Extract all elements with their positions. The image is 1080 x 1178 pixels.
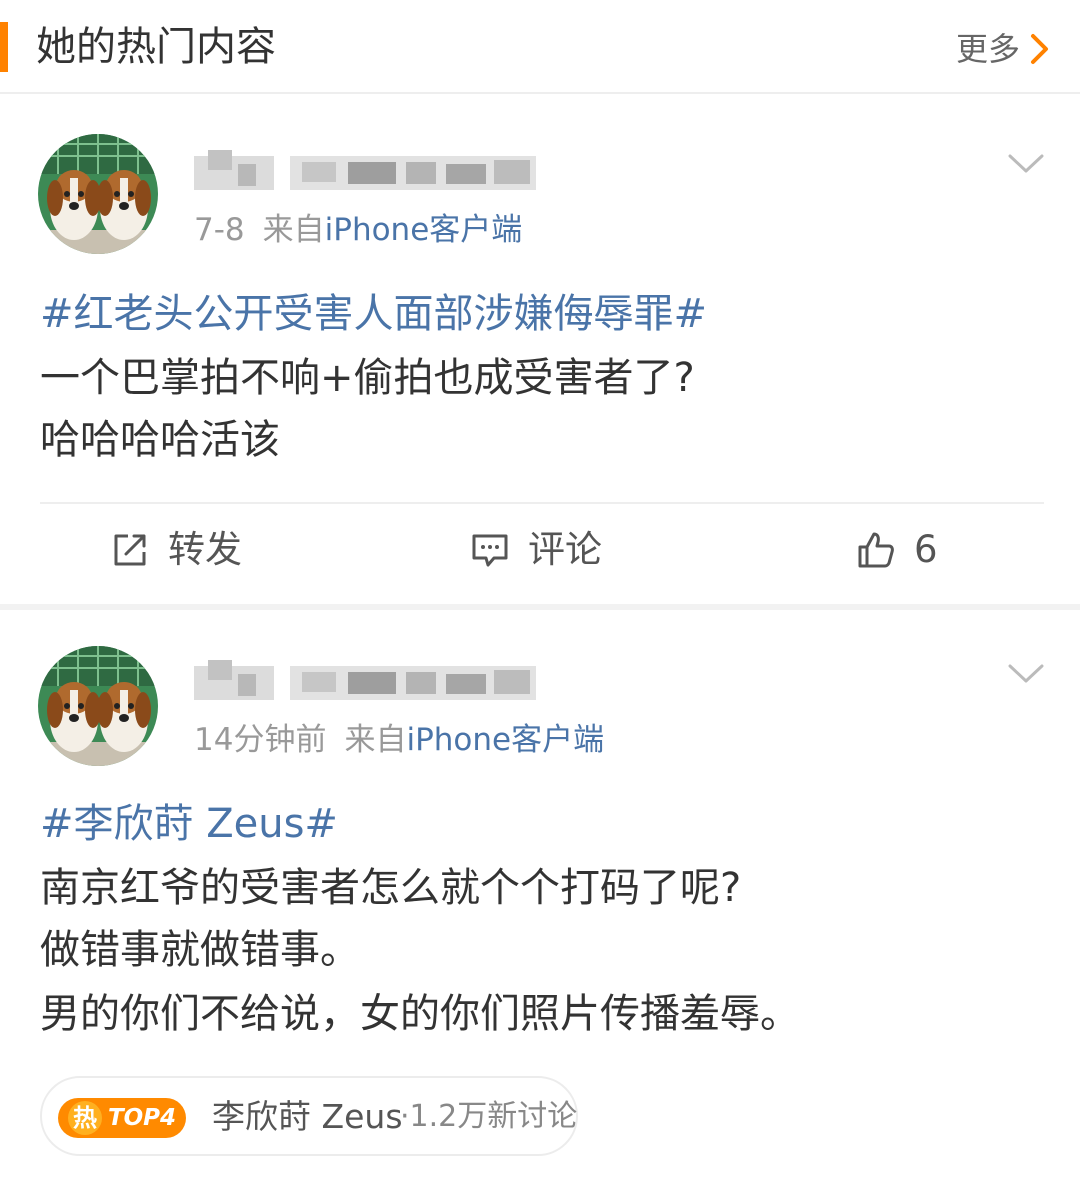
header-accent-bar [0, 22, 8, 72]
post-text-line: 做错事就做错事。 [40, 927, 360, 973]
post-text-line: 哈哈哈哈活该 [40, 417, 280, 463]
chevron-down-icon[interactable] [1006, 152, 1046, 176]
thumbs-up-icon [858, 532, 894, 568]
comment-button[interactable]: 评论 [470, 522, 602, 578]
trend-discussion-count: ·1.2万新讨论 [400, 1099, 578, 1134]
post-card: 14分钟前 来自iPhone客户端 #李欣莳 Zeus# 南京红爷的受害者怎么就个… [0, 610, 1080, 1178]
comment-icon [472, 534, 508, 567]
blurred-username[interactable] [194, 146, 536, 196]
like-button[interactable]: 6 [856, 522, 938, 578]
avatar[interactable] [38, 134, 158, 254]
chevron-right-icon[interactable] [1028, 31, 1052, 67]
post-text-line: 男的你们不给说，女的你们照片传播羞辱。 [40, 991, 800, 1037]
post-card: 7-8 来自iPhone客户端 #红老头公开受害人面部涉嫌侮辱罪# 一个巴掌拍不响… [0, 96, 1080, 604]
hot-label: 热 [73, 1104, 97, 1132]
repost-icon [114, 534, 146, 566]
comment-label: 评论 [528, 528, 602, 571]
more-link[interactable]: 更多 [956, 28, 1020, 70]
trend-name: 李欣莳 Zeus [212, 1097, 403, 1136]
topic-hashtag[interactable]: #红老头公开受害人面部涉嫌侮辱罪# [40, 288, 707, 340]
like-count: 6 [914, 528, 938, 571]
repost-label: 转发 [168, 528, 242, 571]
beagle-puppies-avatar-icon [38, 646, 158, 766]
beagle-puppies-avatar-icon [38, 134, 158, 254]
chevron-down-icon[interactable] [1006, 662, 1046, 686]
post-time: 14分钟前 [194, 722, 327, 758]
avatar[interactable] [38, 646, 158, 766]
post-text-line: 一个巴掌拍不响+偷拍也成受害者了? [40, 355, 695, 401]
post-source[interactable]: iPhone客户端 [325, 212, 523, 248]
source-prefix: 来自 [344, 722, 407, 758]
post-time: 7-8 [194, 212, 245, 248]
action-divider [40, 502, 1044, 504]
section-title: 她的热门内容 [36, 24, 276, 70]
section-header: 她的热门内容 更多 [0, 0, 1080, 94]
trending-topic-chip[interactable]: 热 TOP4 李欣莳 Zeus ·1.2万新讨论 [40, 1076, 578, 1156]
post-text-line: 南京红爷的受害者怎么就个个打码了呢? [40, 865, 742, 911]
blurred-username[interactable] [194, 656, 536, 706]
source-prefix: 来自 [262, 212, 325, 248]
post-meta: 14分钟前 来自iPhone客户端 [194, 720, 604, 760]
post-meta: 7-8 来自iPhone客户端 [194, 210, 522, 250]
topic-hashtag[interactable]: #李欣莳 Zeus# [40, 798, 338, 850]
trend-rank: TOP4 [107, 1105, 177, 1131]
repost-button[interactable]: 转发 [110, 522, 242, 578]
post-source[interactable]: iPhone客户端 [406, 722, 604, 758]
